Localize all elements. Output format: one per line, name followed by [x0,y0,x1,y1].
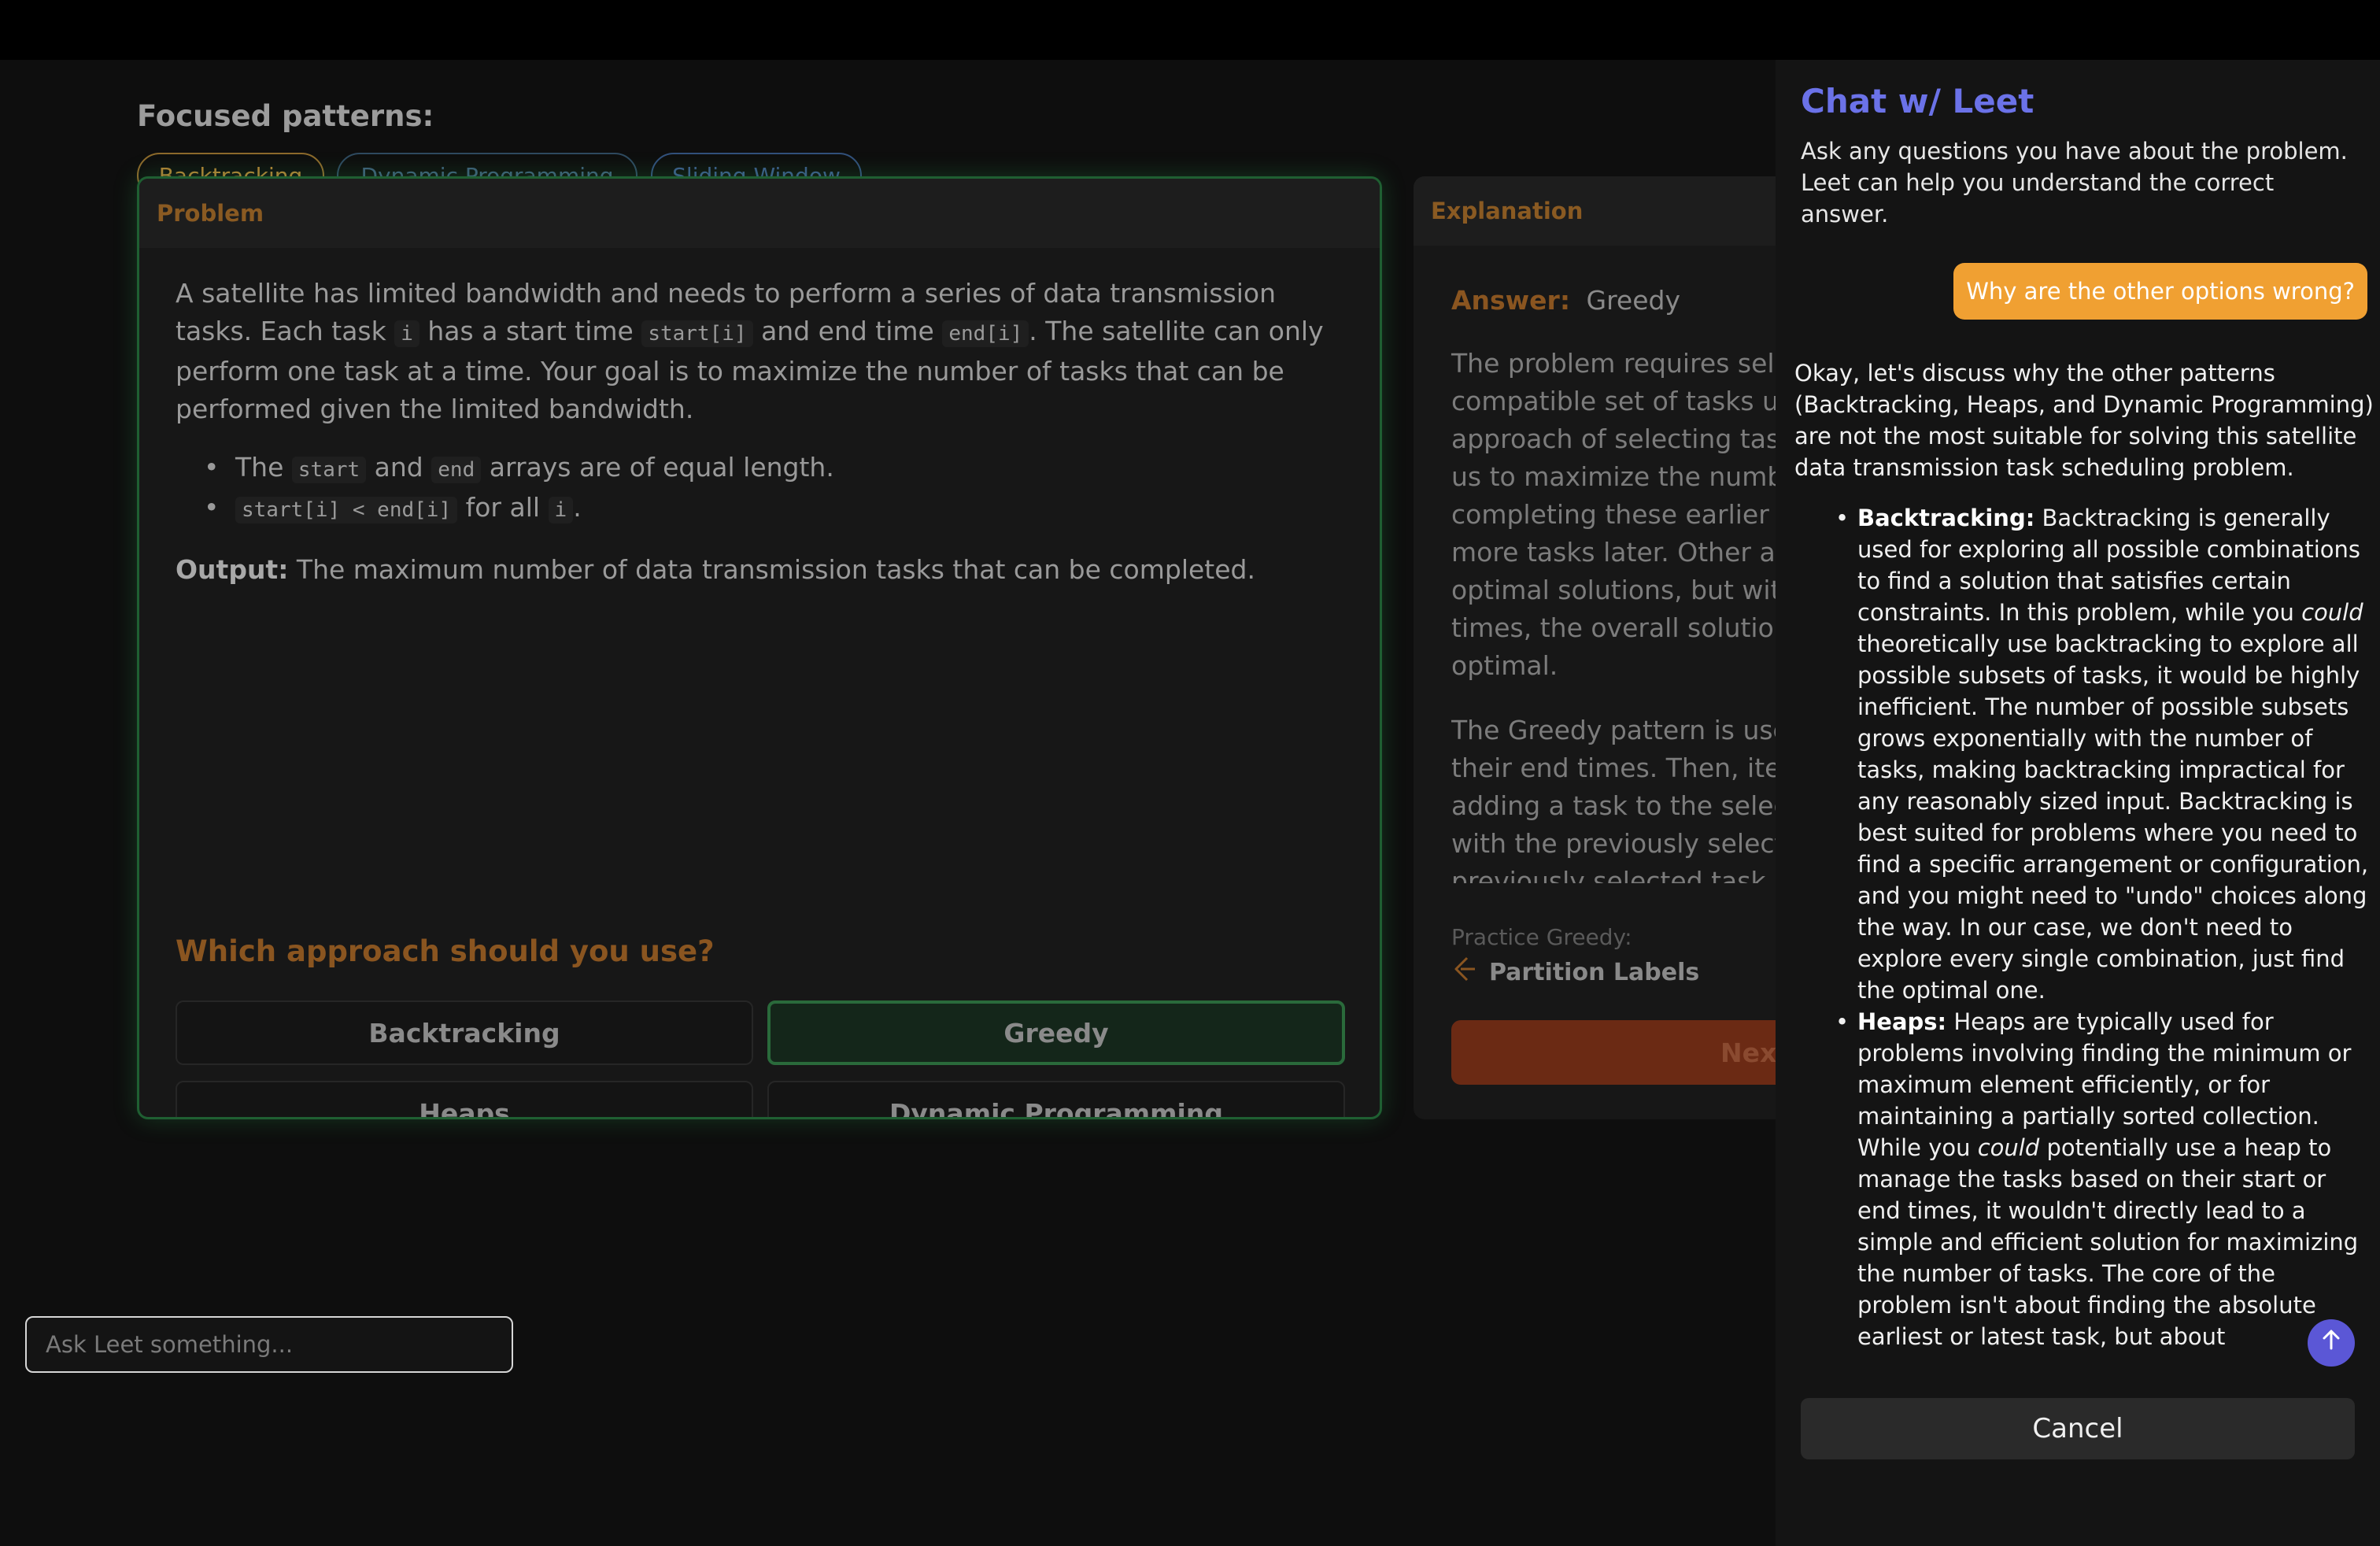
chat-subtitle: Ask any questions you have about the pro… [1801,138,2348,227]
arrow-up-icon [2319,1327,2343,1359]
problem-description: A satellite has limited bandwidth and ne… [176,278,1324,424]
answer-value: Greedy [1586,285,1681,316]
output-description: Output: The maximum number of data trans… [176,554,1255,585]
constraint-item: start[i] < end[i] for all i. [204,489,1356,529]
constraint-item: The start and end arrays are of equal le… [204,449,1356,489]
option-backtracking[interactable]: Backtracking [176,1000,753,1065]
answer-label: Answer: [1451,285,1571,316]
cancel-button[interactable]: Cancel [1801,1398,2355,1459]
approach-question: Which approach should you use? [176,934,715,968]
top-bar [0,0,2380,60]
option-heaps[interactable]: Heaps [176,1081,753,1117]
chat-panel: Chat w/ Leet Ask any questions you have … [1776,60,2380,1546]
user-message-bubble: Why are the other options wrong? [1953,263,2367,320]
explanation-header: Explanation [1414,176,1776,246]
answer-line: Answer: Greedy [1451,285,1680,316]
next-button[interactable]: Next [1451,1020,1776,1085]
assistant-intro: Okay, let's discuss why the other patter… [1794,360,2374,481]
option-greedy-selected[interactable]: Greedy [767,1000,1345,1065]
option-dynamic-programming[interactable]: Dynamic Programming [767,1081,1345,1117]
explanation-paragraph-1: The problem requires sele compatible set… [1451,348,1776,681]
explanation-paragraph-2: The Greedy pattern is usec their end tim… [1451,715,1776,883]
practice-label: Practice Greedy: [1451,924,1632,950]
chat-title: Chat w/ Leet [1801,82,2034,120]
practice-link-label: Partition Labels [1489,958,1700,986]
chat-input[interactable] [25,1316,513,1373]
problem-header: Problem [139,179,1380,248]
constraints-list: The start and end arrays are of equal le… [204,449,1356,529]
focused-patterns-title: Focused patterns: [137,99,434,133]
problem-statement: A satellite has limited bandwidth and ne… [176,275,1356,589]
assistant-list: Backtracking: Backtracking is generally … [1794,502,2375,1352]
problem-card: Problem A satellite has limited bandwidt… [137,176,1382,1119]
explanation-card: Explanation Answer: Greedy The problem r… [1414,176,1776,1119]
assistant-list-item: Heaps: Heaps are typically used for prob… [1794,1006,2375,1352]
practice-link[interactable]: Partition Labels [1451,956,1699,989]
assistant-list-item: Backtracking: Backtracking is generally … [1794,502,2375,1006]
send-button[interactable] [2308,1319,2355,1367]
assistant-message: Okay, let's discuss why the other patter… [1794,357,2375,1382]
pattern-arrow-icon [1451,956,1478,989]
